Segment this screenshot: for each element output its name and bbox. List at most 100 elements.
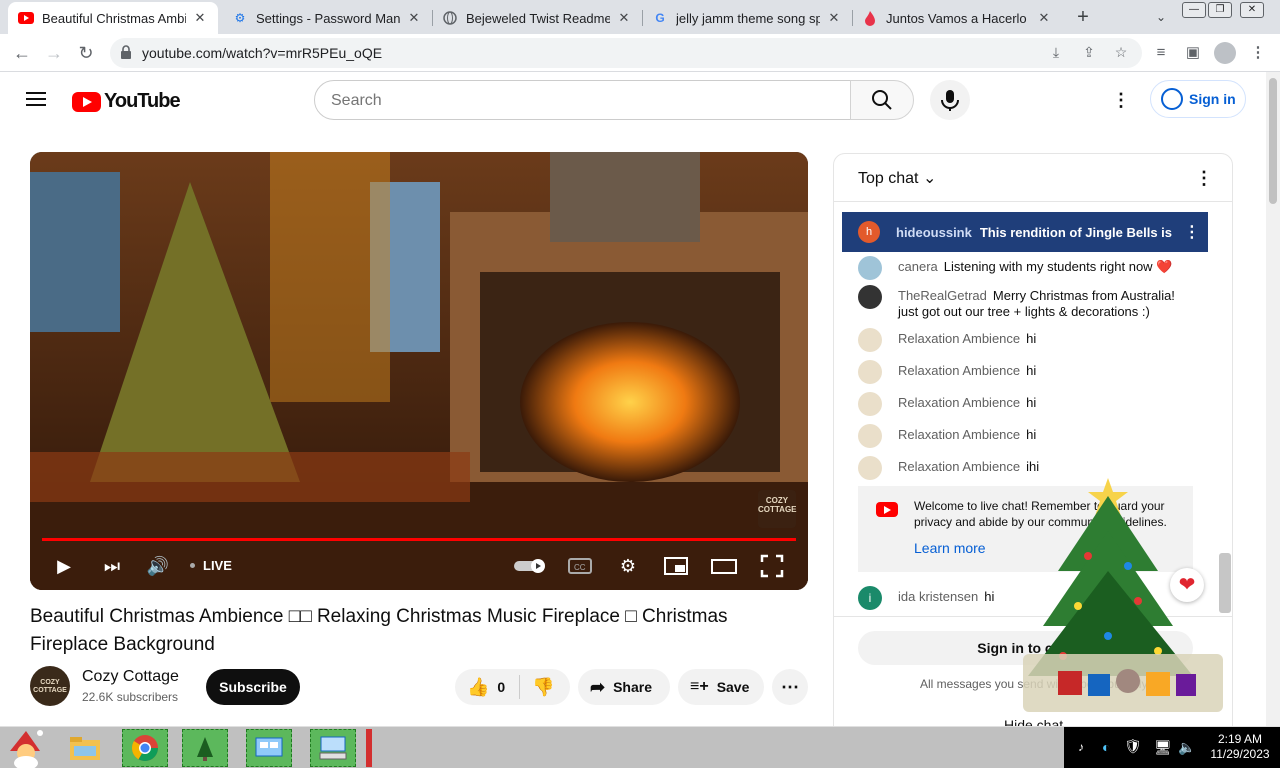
next-icon[interactable]: ⏭ — [98, 552, 126, 580]
chat-message[interactable]: Relaxation Ambience hi — [858, 392, 1198, 416]
svg-text:CC: CC — [574, 563, 586, 572]
play-icon[interactable]: ▶ — [50, 552, 78, 580]
chat-message[interactable]: TheRealGetrad Merry Christmas from Austra… — [858, 285, 1198, 320]
avatar: i — [858, 586, 882, 610]
reload-icon[interactable]: ↻ — [74, 41, 98, 65]
menu-icon[interactable] — [26, 92, 46, 106]
bookmark-star-icon[interactable]: ☆ — [1112, 44, 1130, 62]
lock-icon[interactable] — [120, 45, 134, 61]
share-icon[interactable]: ⇪ — [1080, 44, 1098, 62]
search-input[interactable] — [331, 90, 831, 112]
santa-start-icon[interactable] — [0, 729, 52, 768]
new-tab-button[interactable]: + — [1071, 6, 1095, 30]
theater-mode-icon[interactable] — [710, 552, 738, 580]
browser-toolbar: ← → ↻ youtube.com/watch?v=mrR5PEu_oQE ⤓ … — [0, 34, 1280, 72]
chat-text: hi — [1026, 331, 1037, 346]
video-player[interactable]: COZY COTTAGE ▶ ⏭ 🔊 LIVE CC ⚙ — [30, 152, 808, 590]
youtube-logo[interactable]: YouTube — [72, 90, 181, 113]
chat-message[interactable]: Relaxation Ambience hi — [858, 424, 1198, 448]
autoplay-toggle[interactable] — [512, 552, 548, 580]
tab-jelly-jamm[interactable]: G jelly jamm theme song spa ✕ — [642, 2, 852, 34]
thumbs-up-icon[interactable]: 👍 — [467, 677, 489, 698]
chat-message[interactable]: canera Listening with my students right n… — [858, 256, 1198, 280]
chrome-app-icon[interactable] — [122, 729, 168, 767]
avatar — [858, 424, 882, 448]
learn-more-link[interactable]: Learn more — [914, 540, 986, 556]
close-icon[interactable]: ✕ — [406, 10, 422, 26]
restore-button[interactable]: ❐ — [1208, 2, 1232, 18]
music-note-icon[interactable]: ♪ — [1078, 740, 1084, 754]
tab-youtube[interactable]: Beautiful Christmas Ambien ✕ — [8, 2, 218, 34]
network-icon[interactable]: ◐ — [1102, 739, 1110, 755]
chat-message[interactable]: Relaxation Ambience hi — [858, 328, 1198, 352]
tab-bejeweled[interactable]: Bejeweled Twist Readme ✕ — [432, 2, 642, 34]
like-count[interactable]: 0 — [497, 679, 505, 695]
taskbar-clock[interactable]: 2:19 AM 11/29/2023 — [1202, 732, 1278, 762]
channel-name[interactable]: Cozy Cottage — [82, 668, 179, 686]
chat-text: Listening with my students right now ❤️ — [943, 259, 1173, 274]
captions-icon[interactable]: CC — [566, 552, 594, 580]
speaker-icon[interactable]: 🔈 — [1178, 739, 1195, 756]
live-indicator[interactable]: LIVE — [190, 558, 232, 573]
address-bar[interactable]: youtube.com/watch?v=mrR5PEu_oQE ⤓ ⇪ ☆ — [110, 38, 1142, 68]
voice-search-button[interactable] — [930, 80, 970, 120]
thumbs-down-icon[interactable]: 👎 — [532, 677, 554, 698]
close-icon[interactable]: ✕ — [1036, 10, 1052, 26]
install-icon[interactable]: ⤓ — [1047, 44, 1065, 62]
volume-icon[interactable]: 🔊 — [144, 552, 172, 580]
fullscreen-icon[interactable] — [758, 552, 786, 580]
control-panel-icon[interactable] — [246, 729, 292, 767]
chat-text: ihi — [1026, 459, 1040, 474]
chat-message[interactable]: Relaxation Ambience ihi — [858, 456, 1198, 480]
christmas-tree-gadget[interactable] — [1018, 476, 1228, 716]
search-icon — [872, 90, 892, 110]
tree-app-icon[interactable] — [182, 729, 228, 767]
search-button[interactable] — [850, 80, 914, 120]
security-shield-icon[interactable]: 🛡 — [1124, 738, 1142, 755]
share-button[interactable]: ➦ Share — [578, 669, 670, 705]
save-button[interactable]: ≡+ Save — [678, 669, 764, 705]
forward-icon[interactable]: → — [42, 41, 66, 65]
close-icon[interactable]: ✕ — [192, 10, 208, 26]
tab-search-icon[interactable]: ⌄ — [1150, 6, 1172, 28]
like-dislike-group: 👍 0 👎 — [455, 669, 570, 705]
scrollbar-thumb[interactable] — [1269, 78, 1277, 204]
taskbar: ♪ ◐ 🛡 🖥 🔈 2:19 AM 11/29/2023 — [0, 726, 1280, 768]
back-icon[interactable]: ← — [10, 41, 34, 65]
chat-message[interactable]: Relaxation Ambience hi — [858, 360, 1198, 384]
miniplayer-icon[interactable] — [662, 552, 690, 580]
page-scrollbar[interactable] — [1266, 72, 1280, 726]
profile-avatar[interactable] — [1214, 42, 1236, 64]
channel-avatar[interactable]: COZY COTTAGE — [30, 666, 70, 706]
close-icon[interactable]: ✕ — [826, 10, 842, 26]
top-chat-dropdown[interactable]: Top chat ⌄ — [858, 168, 936, 188]
side-panel-icon[interactable]: ▣ — [1183, 43, 1203, 63]
close-window-button[interactable]: ✕ — [1240, 2, 1264, 18]
subscribe-button[interactable]: Subscribe — [206, 669, 300, 705]
settings-more-icon[interactable]: ⋮ — [1111, 90, 1131, 110]
more-actions-button[interactable]: ⋯ — [772, 669, 808, 705]
pinned-message[interactable]: h hideoussink This rendition of Jingle B… — [842, 212, 1208, 252]
search-box[interactable] — [314, 80, 851, 120]
monitor-icon[interactable]: 🖥 — [1154, 739, 1172, 756]
minimize-button[interactable]: — — [1182, 2, 1206, 18]
url-text[interactable]: youtube.com/watch?v=mrR5PEu_oQE — [142, 45, 382, 61]
progress-bar[interactable] — [42, 538, 796, 541]
file-explorer-icon[interactable] — [62, 729, 108, 767]
channel-watermark[interactable]: COZY COTTAGE — [758, 490, 797, 528]
settings-gear-icon[interactable]: ⚙ — [614, 552, 642, 580]
keyboard-app-icon[interactable] — [310, 729, 356, 767]
media-controls-icon[interactable]: ≡ — [1151, 43, 1171, 63]
divider — [519, 675, 521, 699]
chat-author: Relaxation Ambience — [898, 331, 1021, 346]
chrome-menu-icon[interactable]: ⋮ — [1248, 43, 1268, 63]
sign-in-button[interactable]: Sign in — [1150, 80, 1246, 118]
chat-more-icon[interactable]: ⋮ — [1194, 166, 1214, 190]
tab-juntos[interactable]: Juntos Vamos a Hacerlo | V ✕ — [852, 2, 1062, 34]
avatar — [858, 360, 882, 384]
pinned-more-icon[interactable]: ⋮ — [1184, 222, 1200, 242]
close-icon[interactable]: ✕ — [616, 10, 632, 26]
tab-settings[interactable]: ⚙ Settings - Password Manag ✕ — [222, 2, 432, 34]
chat-text: hi — [1026, 395, 1037, 410]
save-label: Save — [716, 679, 750, 695]
